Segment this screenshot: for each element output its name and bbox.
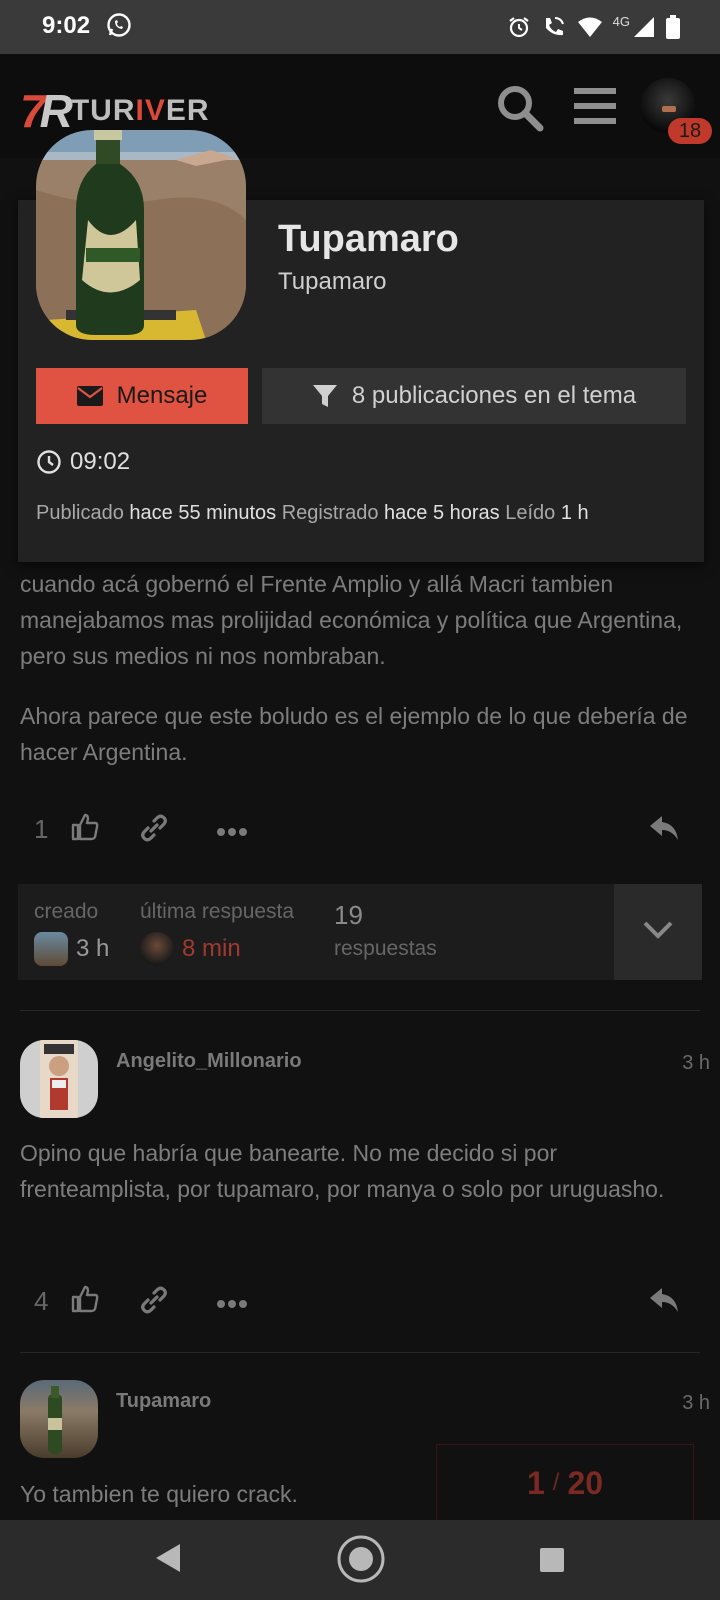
posted-value: hace 55 minutos — [129, 502, 277, 524]
envelope-icon — [76, 386, 103, 406]
post-paragraph: Opino que habría que banearte. No me dec… — [20, 1140, 665, 1202]
signal-icon — [632, 16, 656, 43]
post-actions: 1 — [20, 808, 710, 854]
user-avatar[interactable] — [20, 1040, 98, 1118]
battery-icon — [666, 15, 680, 44]
topic-map: creado 3 h última respuesta 8 min 19 res… — [18, 884, 702, 980]
search-icon[interactable] — [496, 84, 544, 137]
chevron-down-icon — [643, 921, 673, 939]
status-bar: 9:02 4G — [0, 0, 720, 54]
last-replier-avatar[interactable] — [140, 932, 174, 966]
post-username[interactable]: Angelito_Millonario — [116, 1050, 302, 1073]
back-icon[interactable] — [154, 1542, 182, 1579]
post-paragraph: Ahora parece que este boludo es el ejemp… — [20, 703, 688, 765]
topic-created: creado 3 h — [34, 900, 109, 966]
post-time[interactable]: 3 h — [682, 1392, 710, 1415]
post-separator — [20, 1010, 700, 1011]
local-time-value: 09:02 — [70, 448, 131, 475]
replies-label: respuestas — [334, 937, 437, 960]
beer-bottle-photo — [36, 130, 246, 340]
creator-avatar[interactable] — [34, 932, 68, 966]
user-local-time: 09:02 — [36, 448, 130, 476]
logo-mark: 7R — [20, 85, 73, 137]
more-options-icon[interactable] — [216, 824, 248, 842]
like-icon[interactable] — [70, 1284, 100, 1319]
user-card-avatar[interactable] — [36, 130, 246, 340]
whatsapp-icon — [106, 12, 132, 43]
recent-apps-icon[interactable] — [540, 1548, 564, 1572]
user-avatar[interactable] — [20, 1380, 98, 1458]
send-message-label: Mensaje — [116, 382, 208, 409]
filter-posts-label: 8 publicaciones en el tema — [351, 382, 637, 409]
progress-total: 20 — [567, 1464, 604, 1501]
filter-icon — [312, 385, 337, 407]
last-reply-value: 8 min — [182, 935, 241, 962]
user-card-name: Tupamaro — [278, 218, 459, 260]
user-card-username: Tupamaro — [278, 268, 387, 295]
topic-last-reply: última respuesta 8 min — [140, 900, 294, 966]
clock-icon — [37, 450, 61, 474]
replies-count: 19 — [334, 900, 363, 930]
home-icon[interactable] — [336, 1534, 386, 1589]
reply-icon[interactable] — [648, 814, 680, 847]
post-separator — [20, 1352, 700, 1353]
post-time[interactable]: 3 h — [682, 1052, 710, 1075]
topic-progress[interactable]: 1 / 20 — [436, 1444, 694, 1521]
notification-badge[interactable]: 18 — [668, 118, 712, 144]
posted-label: Publicado — [36, 502, 124, 524]
send-message-button[interactable]: Mensaje — [36, 368, 248, 424]
reply-icon[interactable] — [648, 1286, 680, 1319]
registered-value: hace 5 horas — [384, 502, 500, 524]
progress-current: 1 — [526, 1464, 545, 1501]
post-username[interactable]: Tupamaro — [116, 1390, 211, 1413]
created-label: creado — [34, 900, 99, 923]
filter-posts-button[interactable]: 8 publicaciones en el tema — [262, 368, 686, 424]
alarm-icon — [507, 15, 531, 44]
wifi-call-icon — [541, 14, 567, 45]
read-label: Leído — [505, 502, 556, 524]
expand-topic-map-button[interactable] — [614, 884, 702, 980]
more-options-icon[interactable] — [216, 1296, 248, 1314]
registered-label: Registrado — [281, 502, 379, 524]
created-value: 3 h — [76, 935, 110, 962]
read-value: 1 h — [560, 502, 589, 524]
hamburger-menu-icon[interactable] — [574, 86, 616, 131]
status-time: 9:02 — [42, 12, 91, 39]
link-icon[interactable] — [138, 812, 170, 849]
network-type: 4G — [612, 14, 630, 29]
like-icon[interactable] — [70, 812, 100, 847]
like-count: 1 — [34, 814, 49, 844]
topic-replies: 19 respuestas — [334, 900, 437, 961]
android-navigation-bar — [0, 1520, 720, 1600]
last-reply-label: última respuesta — [140, 900, 295, 923]
user-card-meta: Publicado hace 55 minutos Registrado hac… — [36, 502, 589, 525]
logo-word: TURIVER — [70, 94, 210, 127]
link-icon[interactable] — [138, 1284, 170, 1321]
wifi-icon — [577, 16, 603, 43]
post-actions: 4 — [20, 1280, 710, 1326]
like-count: 4 — [34, 1286, 49, 1316]
progress-separator: / — [552, 1469, 560, 1496]
post-header: Angelito_Millonario 3 h — [20, 1040, 710, 1120]
post-paragraph: cuando acá gobernó el Frente Amplio y al… — [20, 571, 683, 669]
